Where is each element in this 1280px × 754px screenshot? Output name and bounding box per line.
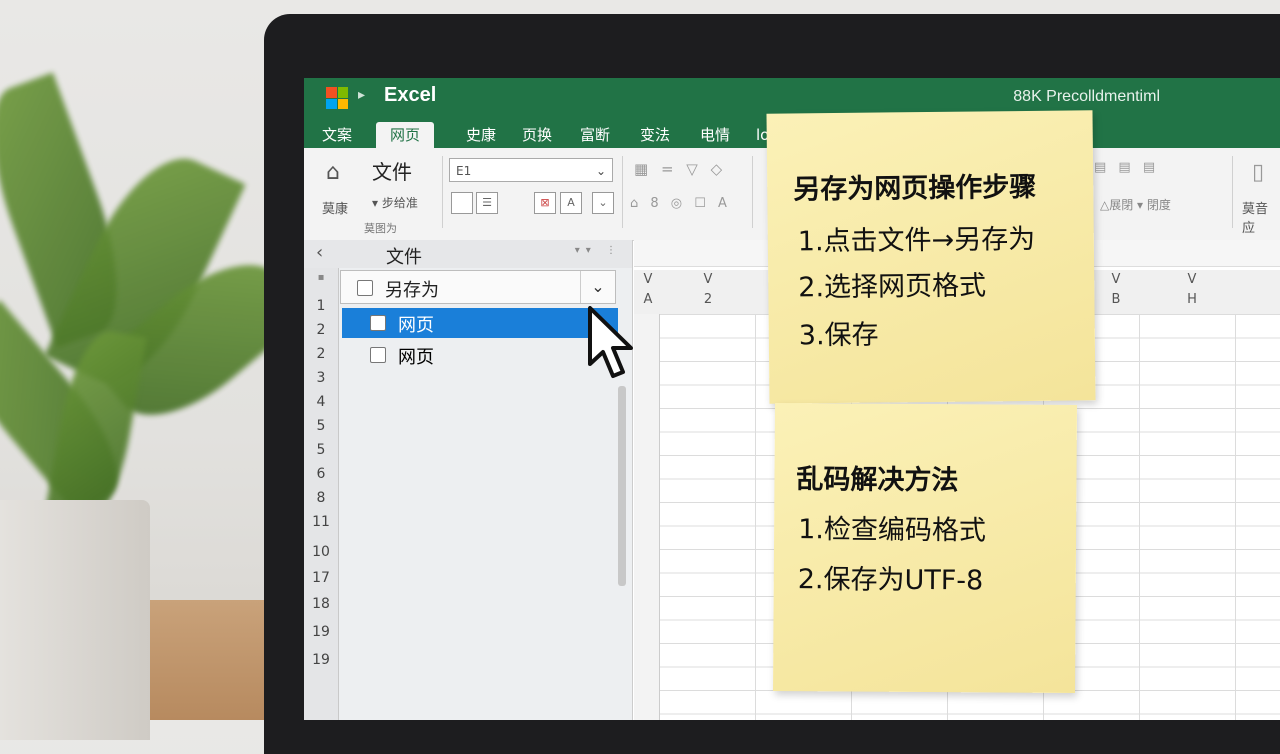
save-as-checkbox[interactable] [357, 280, 373, 296]
shapes-group-icon[interactable]: ▦ = ▽ ◇ [634, 160, 726, 178]
app-title: Excel [384, 84, 437, 106]
row-number: 10 [312, 544, 330, 560]
row-number: 2 [316, 346, 326, 362]
row-number: 8 [316, 490, 326, 506]
fix-item: 2.保存为UTF-8 [797, 564, 984, 597]
row-number: 6 [316, 466, 326, 482]
column-header[interactable]: H [1152, 292, 1232, 307]
right-combo[interactable]: △展閉 ▾ 閉度 [1100, 196, 1171, 213]
back-chevron-icon[interactable]: ‹ [316, 242, 323, 263]
play-arrow-icon[interactable]: ▸ [358, 87, 365, 103]
align-icon[interactable]: ☰ [476, 192, 498, 214]
ribbon-separator [752, 156, 753, 228]
option-checkbox[interactable] [370, 347, 386, 363]
tab-webpage[interactable]: 网页 [376, 122, 435, 148]
right-label: 莫音应 [1242, 202, 1269, 236]
column-header[interactable]: 2 [668, 292, 748, 307]
dropdown-icon[interactable]: ⌄ [592, 192, 614, 214]
mouse-cursor-icon [588, 306, 633, 378]
step-item: 2.选择网页格式 [798, 270, 987, 304]
tab-shikang[interactable]: 史康 [452, 122, 510, 148]
format-icon[interactable]: A [560, 192, 582, 214]
row-number: 4 [316, 394, 326, 410]
panel-title: 文件 [386, 247, 422, 268]
step-item: 3.保存 [798, 319, 879, 352]
row-number: 1 [316, 298, 326, 314]
tab-bianfa[interactable]: 变法 [626, 122, 684, 148]
group-label: 莫图为 [364, 222, 397, 235]
save-as-dropdown[interactable]: 另存为 ⌄ [340, 270, 616, 304]
column-header-top: V [1187, 272, 1197, 287]
plant-pot [0, 500, 150, 740]
option-webpage-selected[interactable]: 网页 [342, 308, 618, 338]
panel-scrollbar[interactable] [618, 386, 626, 586]
option-webpage[interactable]: 网页 [342, 340, 618, 370]
home-icon[interactable]: ⌂ [326, 160, 340, 185]
document-title: 88K Precolldmentiml [1013, 88, 1160, 105]
panel-controls-icon[interactable]: ▾▾ ⋮ [575, 245, 622, 256]
row-number: 18 [312, 596, 330, 612]
clipboard-icon[interactable]: ▯ [1252, 160, 1268, 185]
ribbon-separator [442, 156, 443, 228]
row-number: ▪ [317, 272, 325, 283]
option-checkbox[interactable] [370, 315, 386, 331]
file-sub-label[interactable]: ▾ 步给准 [372, 194, 418, 211]
step-item: 1.点击文件→另存为 [797, 223, 1036, 258]
panel-header: ‹ 文件 ▾▾ ⋮ [304, 240, 632, 268]
file-panel: ‹ 文件 ▾▾ ⋮ ▪ 1 2 2 3 4 5 5 6 8 11 10 17 1… [304, 240, 633, 720]
row-number: 11 [312, 514, 330, 530]
ribbon-file-button[interactable]: 文件 [372, 156, 412, 185]
row-number: 17 [312, 570, 330, 586]
tab-wenan[interactable]: 文案 [308, 122, 366, 148]
font-combo-value: E1 [456, 164, 472, 178]
fix-title: 乱码解决方法 [796, 464, 959, 497]
column-header-top: V [703, 272, 713, 287]
home-label: 莫康 [322, 202, 349, 217]
row-number: 5 [316, 418, 326, 434]
title-bar: ▸ Excel 88K Precolldmentiml [304, 78, 1280, 118]
windows-logo-icon [326, 87, 348, 109]
option-label: 网页 [398, 347, 434, 368]
font-combo[interactable]: E1 ⌄ [449, 158, 613, 182]
fix-item: 1.检查编码格式 [798, 514, 986, 547]
ribbon-separator [1232, 156, 1233, 228]
sticky-note-fix: 乱码解决方法 1.检查编码格式 2.保存为UTF-8 [772, 402, 1078, 694]
sticky-note-steps: 另存为网页操作步骤 1.点击文件→另存为 2.选择网页格式 3.保存 [766, 110, 1096, 404]
option-label: 网页 [398, 315, 434, 336]
tab-fuduan[interactable]: 富断 [566, 122, 624, 148]
row-number: 3 [316, 370, 326, 386]
row-number: 19 [312, 624, 330, 640]
ribbon-separator [622, 156, 623, 228]
tab-dianqing[interactable]: 电情 [686, 122, 744, 148]
tab-yehuan[interactable]: 页换 [508, 122, 566, 148]
row-numbers: ▪ 1 2 2 3 4 5 5 6 8 11 10 17 18 19 19 [304, 268, 339, 720]
row-number: 2 [316, 322, 326, 338]
save-as-dropdown-value: 另存为 [385, 280, 439, 301]
sort-group-icon[interactable]: ▤ ▤ ▤ [1094, 160, 1159, 175]
checkbox-icon[interactable] [451, 192, 473, 214]
format-group-icon[interactable]: ⌂ 8 ◎ ☐ A [630, 196, 731, 211]
row-number: 19 [312, 652, 330, 668]
steps-title: 另存为网页操作步骤 [793, 171, 1037, 206]
row-number: 5 [316, 442, 326, 458]
chevron-down-icon[interactable]: ⌄ [596, 159, 606, 183]
border-icon[interactable]: ⊠ [534, 192, 556, 214]
